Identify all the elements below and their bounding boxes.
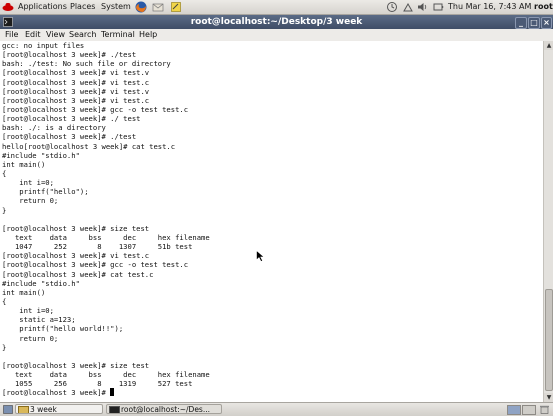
workspace-1[interactable] [507, 405, 521, 415]
terminal-line: #include "stdio.h" [2, 150, 80, 160]
terminal-line: [root@localhost 3 week]# ./test [2, 132, 137, 142]
minimize-button[interactable]: _ [515, 17, 527, 29]
volume-icon[interactable] [417, 1, 429, 13]
bottom-taskbar: 3 week root@localhost:~/Des... [0, 402, 553, 416]
taskbar-item-label: root@localhost:~/Des... [121, 405, 210, 414]
terminal-line: [root@localhost 3 week]# vi test.v [2, 86, 150, 96]
window-titlebar[interactable]: root@localhost:~/Desktop/3 week _ □ × [0, 15, 553, 29]
mail-icon[interactable] [152, 1, 164, 13]
terminal-line: text data bss dec hex filename [2, 232, 210, 242]
terminal-line: hello[root@localhost 3 week]# cat test.c [2, 141, 176, 151]
power-icon[interactable] [432, 1, 444, 13]
terminal-line: return 0; [2, 196, 59, 206]
terminal-line: [root@localhost 3 week]# ./ test [2, 114, 141, 124]
scroll-up-arrow-icon[interactable]: ▲ [544, 41, 553, 50]
scroll-down-arrow-icon[interactable]: ▼ [544, 393, 553, 402]
terminal-prompt-line: [root@localhost 3 week]# [2, 388, 210, 397]
terminal-line: [root@localhost 3 week]# gcc -o test tes… [2, 260, 189, 270]
notes-icon[interactable] [170, 1, 182, 13]
terminal-line: printf("hello"); [2, 187, 89, 197]
terminal-line: int i=0; [2, 306, 54, 316]
terminal-line: int main() [2, 287, 46, 297]
terminal-line: [root@localhost 3 week]# size test [2, 223, 150, 233]
terminal-line: [root@localhost 3 week]# vi test.c [2, 95, 150, 105]
maximize-button[interactable]: □ [528, 17, 540, 29]
terminal-line: text data bss dec hex filename [2, 370, 210, 380]
terminal-line: bash: ./: is a directory [2, 123, 106, 133]
user-menu[interactable]: root [534, 2, 553, 12]
places-menu[interactable]: Places [70, 2, 95, 12]
vertical-scrollbar[interactable]: ▲ ▼ [543, 41, 553, 402]
scrollbar-thumb[interactable] [545, 289, 553, 391]
text-cursor [110, 388, 115, 397]
terminal-line: 1047 252 8 1307 51b test [2, 242, 193, 252]
terminal-line: gcc: no input files [2, 41, 85, 50]
terminal-line: int i=0; [2, 178, 54, 188]
terminal-area[interactable]: gcc: no input files [root@localhost 3 wee… [0, 41, 543, 402]
menu-help[interactable]: Help [139, 30, 157, 40]
maximize-icon: □ [530, 18, 538, 27]
workspace-2[interactable] [522, 405, 536, 415]
terminal-line: } [2, 342, 7, 352]
menu-view[interactable]: View [46, 30, 65, 40]
terminal-line: [root@localhost 3 week]# vi test.c [2, 77, 150, 87]
terminal-icon [109, 406, 120, 413]
terminal-line: [root@localhost 3 week]# ./test [2, 50, 137, 60]
top-panel: Applications Places System Thu Mar 16, 7… [0, 0, 553, 15]
clock[interactable]: Thu Mar 16, 7:43 AM [448, 2, 531, 12]
terminal-line: bash: ./test: No such file or directory [2, 59, 171, 69]
terminal-line: printf("hello world!!"); [2, 324, 124, 334]
trash-icon[interactable] [539, 405, 550, 414]
terminal-line: return 0; [2, 333, 59, 343]
terminal-line: [root@localhost 3 week]# vi test.v [2, 68, 150, 78]
terminal-line: { [2, 168, 7, 178]
taskbar-item-terminal[interactable]: root@localhost:~/Des... [106, 404, 222, 414]
menu-search[interactable]: Search [69, 30, 96, 40]
window-title: root@localhost:~/Desktop/3 week [190, 17, 363, 27]
terminal-line: #include "stdio.h" [2, 278, 80, 288]
menu-file[interactable]: File [5, 30, 18, 40]
terminal-line: int main() [2, 159, 46, 169]
system-menu[interactable]: System [101, 2, 131, 12]
terminal-line: [root@localhost 3 week]# vi test.c [2, 251, 150, 261]
terminal-line: [root@localhost 3 week]# cat test.c [2, 269, 154, 279]
terminal-line: [root@localhost 3 week]# size test [2, 360, 150, 370]
show-desktop-icon[interactable] [3, 405, 13, 414]
firefox-icon[interactable] [135, 1, 147, 13]
terminal-line: static a=123; [2, 315, 76, 325]
taskbar-item-folder[interactable]: 3 week [15, 404, 103, 414]
update-icon[interactable] [386, 1, 398, 13]
redhat-logo-icon[interactable] [2, 1, 14, 13]
terminal-prompt: [root@localhost 3 week]# [2, 388, 111, 398]
network-icon[interactable] [402, 1, 414, 13]
folder-icon [18, 406, 29, 413]
terminal-output: gcc: no input files [root@localhost 3 wee… [2, 41, 210, 397]
terminal-line: 1055 256 8 1319 527 test [2, 379, 193, 389]
terminal-line: { [2, 296, 7, 306]
terminal-line: [root@localhost 3 week]# gcc -o test tes… [2, 104, 189, 114]
close-icon: × [543, 18, 550, 27]
terminal-line: } [2, 205, 7, 215]
taskbar-item-label: 3 week [30, 405, 57, 414]
menu-terminal[interactable]: Terminal [101, 30, 135, 40]
applications-menu[interactable]: Applications [18, 2, 67, 12]
menu-edit[interactable]: Edit [25, 30, 41, 40]
minimize-icon: _ [519, 18, 523, 27]
close-button[interactable]: × [541, 17, 552, 29]
mouse-pointer-icon [256, 250, 265, 262]
